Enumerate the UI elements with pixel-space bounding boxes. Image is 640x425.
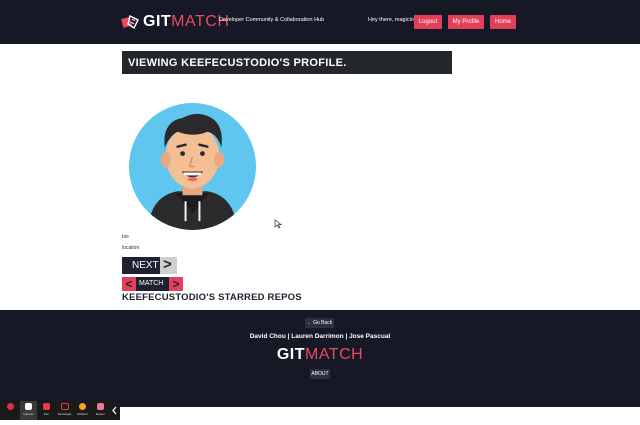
starred-repos-heading: KEEFECUSTODIO'S STARRED REPOS [122,292,302,303]
match-button[interactable]: MATCH [139,280,163,287]
profile-bio: bio [122,234,129,240]
rectangle-icon [61,403,69,410]
footer-logo[interactable]: GITMATCH [0,346,640,364]
footer-logo-match: MATCH [304,346,364,363]
pen-icon [43,403,50,410]
toolbar-item-power[interactable] [2,401,19,420]
match-control: < MATCH > [122,277,183,291]
home-button[interactable]: Home [490,15,516,29]
toolbar-item-rectangle[interactable]: Rectangle [56,401,73,420]
toolbar-item-eraser[interactable]: Eraser [92,401,109,420]
toolbar-item-pen[interactable]: Pen [38,401,55,420]
toolbar-label-inkness: Inkness [23,412,34,416]
tagline: Developer Community & Collaboration Hub [219,17,325,23]
toolbar-item-inkness[interactable]: Inkness [20,401,37,420]
chevron-right-icon: > [163,256,172,273]
match-right-button[interactable]: > [169,277,183,291]
my-profile-button[interactable]: My Profile [448,15,484,29]
match-left-button[interactable]: < [122,277,136,291]
power-icon [7,403,14,410]
authors-credit: David Chou | Lauren Darrimon | Jose Pasc… [249,333,391,340]
next-arrow-button[interactable]: > [160,256,177,274]
toolbar-label-eraser: Eraser [96,412,105,416]
sticker-icon [79,403,86,410]
footer-logo-git: GIT [276,346,305,363]
go-back-button[interactable]: ← Go Back [305,318,334,328]
toolbar-label-stickers: Stickers [77,412,88,416]
user-greeting: Hey there, magiclo! [368,17,416,23]
logo-icon [121,14,139,30]
about-button[interactable]: ABOUT [310,369,330,379]
cursor-icon [25,403,32,410]
logout-button[interactable]: Logout [414,15,442,29]
site-logo[interactable]: GIT MATCH [121,13,229,31]
next-label: NEXT [132,260,159,271]
logo-git-text: GIT [143,13,172,30]
profile-title-bar: VIEWING KEEFECUSTODIO'S PROFILE. [122,51,452,74]
eraser-icon [97,403,104,410]
page-title: VIEWING KEEFECUSTODIO'S PROFILE. [128,57,347,69]
chevron-left-icon [112,406,117,415]
toolbar-label-pen: Pen [43,412,50,416]
mouse-pointer-icon [274,219,282,229]
annotation-toolbar: Inkness Pen Rectangle Stickers Eraser [0,401,120,420]
toolbar-collapse[interactable] [110,401,120,420]
toolbar-label-rectangle: Rectangle [57,412,72,416]
profile-location: location [122,245,140,251]
toolbar-item-stickers[interactable]: Stickers [74,401,91,420]
avatar [128,102,257,231]
top-navbar: GIT MATCH Developer Community & Collabora… [0,0,640,44]
